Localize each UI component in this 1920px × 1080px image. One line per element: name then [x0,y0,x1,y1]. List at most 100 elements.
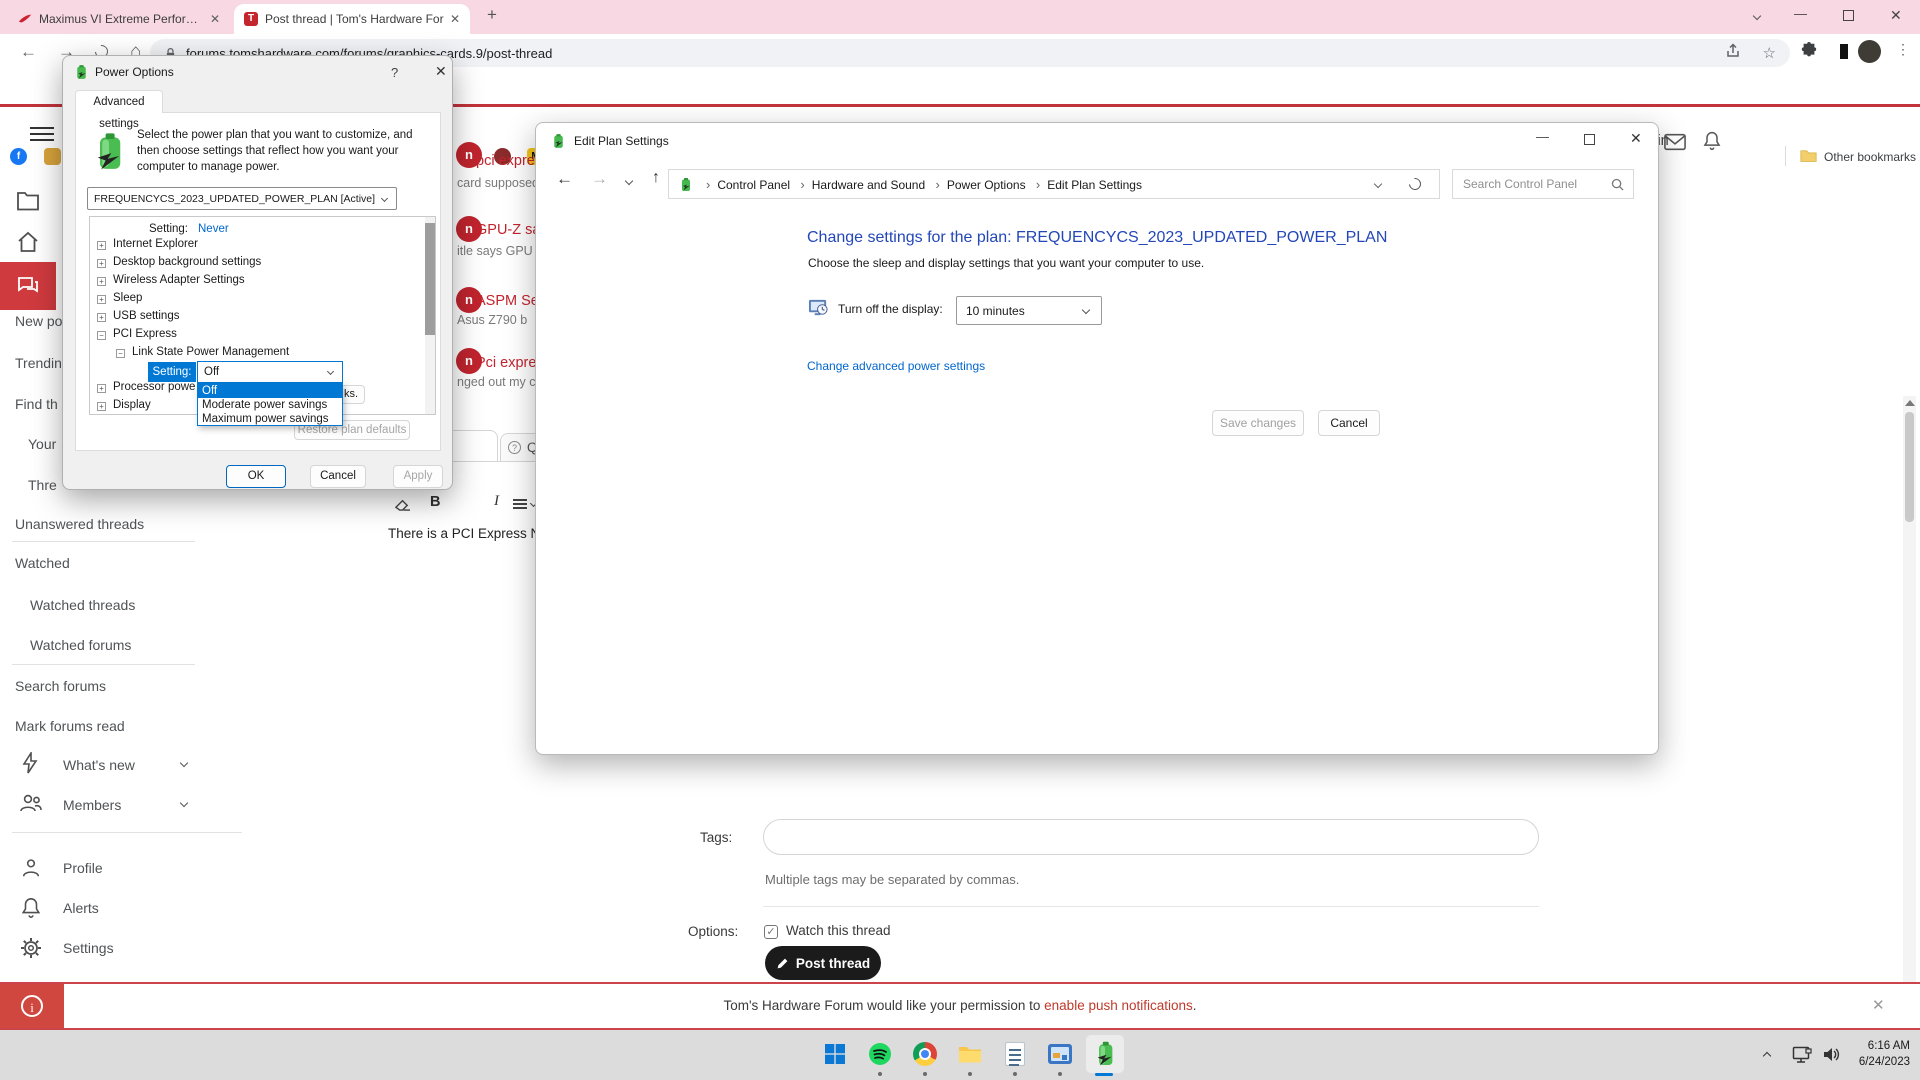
tree-item-processor[interactable]: Processor powe [113,381,195,393]
sidebar-item-watched-forums[interactable]: Watched forums [30,637,131,653]
tree-item[interactable]: Desktop background settings [113,256,261,268]
tree-item-display[interactable]: Display [113,399,151,411]
chevron-down-icon[interactable] [1374,180,1382,188]
forum-menu-icon[interactable] [30,123,54,145]
back-icon[interactable]: ← [556,169,573,189]
breadcrumb-control-panel[interactable]: Control Panel [717,178,790,192]
chevron-down-icon[interactable] [180,759,188,767]
network-display-icon[interactable] [1792,1046,1812,1064]
display-timeout-select[interactable]: 10 minutes [956,296,1102,325]
dropdown-option-off[interactable]: Off [198,384,342,398]
tray-expand-icon[interactable] [1763,1052,1771,1060]
tab-search-icon[interactable] [1753,12,1761,20]
sidebar-item-your-threads[interactable]: Your [28,436,56,452]
sidebar-item-trending[interactable]: Trendin [15,355,62,371]
tree-item-pci-express[interactable]: PCI Express [113,328,177,340]
thread-link[interactable]: ASPM Set [476,293,543,309]
ok-button[interactable]: OK [226,465,286,488]
active-nav-highlight[interactable] [0,262,56,310]
browser-tab-1[interactable]: Maximus VI Extreme Performance ✕ [8,4,230,34]
advanced-power-settings-link[interactable]: Change advanced power settings [807,359,985,373]
window-close-button[interactable]: ✕ [1630,130,1642,147]
taskbar-start-button[interactable] [815,1034,855,1074]
expand-icon[interactable]: + [97,402,106,411]
home-icon[interactable] [16,230,40,254]
bookmark-star-icon[interactable]: ☆ [1763,44,1776,62]
dropdown-option-maximum[interactable]: Maximum power savings [198,412,342,426]
search-input[interactable] [1453,170,1603,198]
window-maximize-button[interactable] [1843,10,1854,21]
scroll-up-icon[interactable] [1905,400,1915,406]
window-maximize-button[interactable] [1584,134,1595,145]
alerts-bell-icon[interactable] [1702,130,1722,152]
search-icon[interactable] [1611,178,1624,191]
bookmark-favicon[interactable] [44,148,61,165]
breadcrumb-power-options[interactable]: Power Options [947,178,1026,192]
save-changes-button[interactable]: Save changes [1212,410,1304,436]
post-body-text[interactable]: There is a PCI Express N [388,526,540,541]
sidebar-item-mark-forums-read[interactable]: Mark forums read [15,718,125,734]
watch-thread-checkbox[interactable]: ✓ [764,925,778,939]
cancel-button[interactable]: Cancel [1318,410,1380,436]
other-bookmarks-folder-icon[interactable] [1800,148,1817,163]
thread-link[interactable]: pci expre [476,153,535,169]
expand-icon[interactable]: + [97,384,106,393]
tree-item-link-state[interactable]: Link State Power Management [132,346,289,358]
dialog-close-icon[interactable]: ✕ [435,63,447,80]
breadcrumb-hardware-and-sound[interactable]: Hardware and Sound [812,178,925,192]
share-icon[interactable] [1725,43,1741,64]
cancel-button[interactable]: Cancel [310,465,366,488]
window-close-button[interactable]: ✕ [1890,7,1902,24]
sidebar-item-alerts[interactable]: Alerts [63,900,99,916]
tree-setting-value[interactable]: Never [198,223,229,235]
taskbar-notepad[interactable] [995,1034,1035,1074]
forums-folder-icon[interactable] [16,190,40,211]
post-thread-button[interactable]: Post thread [765,946,881,980]
breadcrumb[interactable]: ›Control Panel ›Hardware and Sound ›Powe… [668,169,1440,199]
scrollbar-thumb[interactable] [425,223,435,335]
taskbar-file-explorer[interactable] [950,1034,990,1074]
taskbar-monitor-app[interactable] [1040,1034,1080,1074]
tree-item[interactable]: Sleep [113,292,142,304]
chevron-down-icon[interactable] [625,177,633,185]
dropdown-option-moderate[interactable]: Moderate power savings [198,398,342,412]
align-icon[interactable] [513,497,527,511]
window-minimize-button[interactable]: — [1794,6,1807,21]
tab-advanced-settings[interactable]: Advanced settings [75,90,163,113]
sidebar-item-threads[interactable]: Thre [28,477,57,493]
thread-link[interactable]: Pci expres [476,355,544,371]
scrollbar-thumb[interactable] [1905,412,1914,522]
extensions-puzzle-icon[interactable] [1800,42,1818,65]
enable-notifications-link[interactable]: enable push notifications [1044,998,1193,1013]
search-box[interactable] [1452,169,1634,199]
sidebar-item-watched[interactable]: Watched [15,555,70,571]
scrollbar[interactable] [1903,396,1916,982]
sidebar-item-profile[interactable]: Profile [63,860,103,876]
sidebar-item-unanswered-threads[interactable]: Unanswered threads [15,516,144,532]
refresh-icon[interactable] [1407,176,1424,193]
browser-tab-2[interactable]: T Post thread | Tom's Hardware For ✕ [234,4,470,34]
tab-close-icon[interactable]: ✕ [450,12,460,26]
inbox-mail-icon[interactable] [1664,133,1686,151]
other-bookmarks-label[interactable]: Other bookmarks [1824,150,1916,164]
expand-icon[interactable]: + [97,295,106,304]
sidebar-item-find-threads[interactable]: Find th [15,396,58,412]
tree-item[interactable]: USB settings [113,310,179,322]
help-icon[interactable]: ? [391,65,398,80]
taskbar-chrome[interactable] [905,1034,945,1074]
chevron-down-icon[interactable] [180,799,188,807]
apply-button[interactable]: Apply [393,465,443,488]
remove-format-icon[interactable] [394,496,411,511]
setting-combobox[interactable]: Off [197,361,343,383]
bold-icon[interactable]: B [430,494,440,510]
expand-icon[interactable]: + [97,313,106,322]
expand-icon[interactable]: + [97,277,106,286]
breadcrumb-edit-plan-settings[interactable]: Edit Plan Settings [1047,178,1142,192]
sidebar-item-whats-new[interactable]: What's new [63,757,135,773]
window-minimize-button[interactable]: — [1536,129,1549,144]
tree-scrollbar[interactable] [425,217,435,414]
taskbar-spotify[interactable] [860,1034,900,1074]
tree-item[interactable]: Internet Explorer [113,238,198,250]
collapse-icon[interactable]: − [116,349,125,358]
back-icon[interactable]: ← [20,42,37,62]
